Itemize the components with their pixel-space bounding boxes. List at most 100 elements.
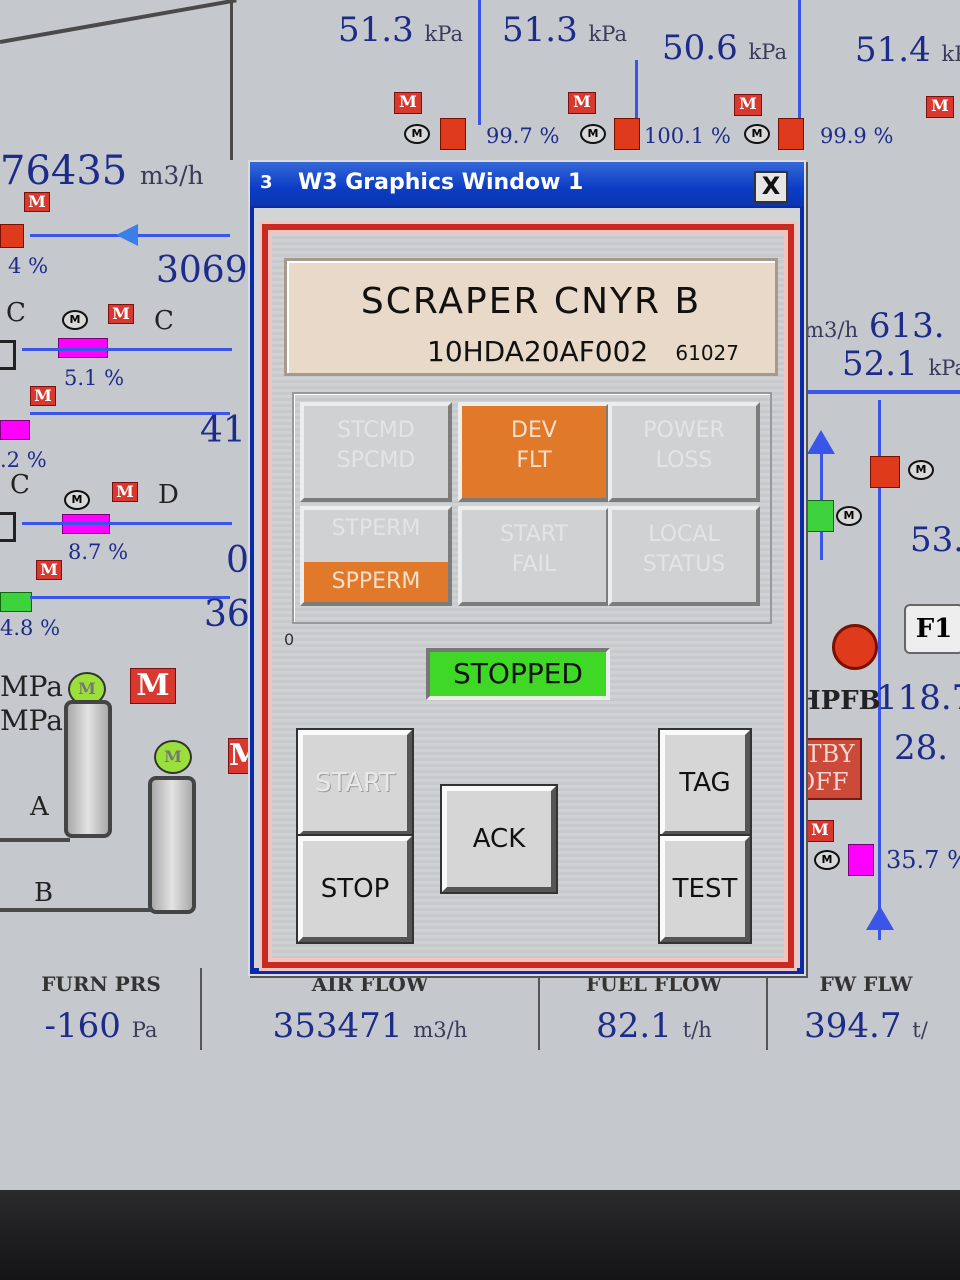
valve-position: .2 % (0, 448, 47, 472)
tank-letter: B (34, 878, 54, 908)
left-number-reading: 0 (226, 540, 249, 581)
right-pressure-reading: 52.1 kPa (842, 344, 960, 384)
valve-icon[interactable] (0, 420, 30, 440)
valve-icon[interactable] (0, 592, 32, 612)
process-line (0, 838, 70, 842)
motor-icon: M (814, 850, 840, 870)
row-letter: D (158, 480, 179, 510)
valve-icon[interactable] (440, 118, 466, 150)
f1-label[interactable]: F1 (904, 604, 960, 654)
left-number-reading: 41 (200, 410, 246, 451)
left-number-reading: 36 (204, 594, 250, 635)
status-tile-line: START (500, 522, 568, 547)
summary-value: 394.7 t/ (804, 1006, 928, 1046)
valve-position: 100.1 % (644, 124, 731, 148)
status-tile-local-status: LOCAL STATUS (608, 506, 760, 606)
tank-letter: A (30, 792, 49, 822)
bottom-summary-bar: FURN PRS -160 Pa AIR FLOW 353471 m3/h FU… (0, 968, 960, 1056)
right-flow-reading: m3/h 613. (804, 306, 945, 346)
manual-mode-icon[interactable]: M (806, 820, 834, 842)
fan-icon[interactable] (832, 624, 878, 670)
tank-icon (148, 776, 196, 914)
valve-position: 8.7 % (68, 540, 129, 564)
row-letter: C (6, 298, 26, 328)
manual-mode-icon[interactable]: M (394, 92, 422, 114)
pump-icon[interactable]: M (154, 740, 192, 774)
valve-position: 4 % (8, 254, 49, 278)
start-button[interactable]: START (298, 730, 412, 836)
valve-icon[interactable] (614, 118, 640, 150)
manual-mode-icon[interactable]: M (36, 560, 62, 580)
status-tile-line: POWER (643, 418, 725, 443)
hpfb-reading: 118.7 (876, 678, 960, 718)
tag-number: 61027 (675, 341, 739, 365)
status-tile-stperm: STPERM SPPERM (300, 506, 452, 606)
valve-position: 35.7 % (886, 846, 960, 874)
status-tile-line: STPERM (331, 516, 421, 541)
manual-mode-icon[interactable]: M (926, 96, 954, 118)
right-value-reading: 28. (894, 728, 949, 768)
right-value-reading: 53. (910, 520, 960, 560)
status-tile-line: LOSS (655, 448, 713, 473)
valve-icon[interactable] (870, 456, 900, 488)
tag-button[interactable]: TAG (660, 730, 750, 836)
valve-icon[interactable] (778, 118, 804, 150)
status-grid: STCMD SPCMD DEV FLT POWER LOSS STPERM SP… (292, 392, 772, 624)
close-icon[interactable]: X (754, 171, 788, 203)
manual-mode-icon[interactable]: M (568, 92, 596, 114)
process-line (22, 348, 232, 351)
row-letter: C (154, 306, 174, 336)
valve-icon[interactable] (804, 500, 834, 532)
pressure-reading-2: 51.3 kPa (502, 10, 628, 50)
process-line (0, 908, 152, 912)
valve-position: 5.1 % (64, 366, 125, 390)
status-tile-line: STCMD (337, 418, 415, 443)
summary-cell-fw-flw: FW FLW 394.7 t/ (766, 968, 960, 1050)
ack-button[interactable]: ACK (442, 786, 556, 892)
status-tile-stcmd: STCMD SPCMD (300, 402, 452, 502)
manual-mode-icon[interactable]: M (108, 304, 134, 324)
window-titlebar[interactable]: 3 W3 Graphics Window 1 X (250, 162, 804, 206)
motor-icon: M (64, 490, 90, 510)
summary-value: 82.1 t/h (596, 1006, 712, 1046)
graphics-window[interactable]: 3 W3 Graphics Window 1 X SCRAPER CNYR B … (248, 160, 806, 976)
motor-icon: M (744, 124, 770, 144)
run-state-indicator: STOPPED (426, 648, 610, 700)
flow-arrow-icon (807, 430, 835, 454)
pressure-unit-label: MPa (0, 704, 63, 737)
manual-mode-icon[interactable]: M (24, 192, 50, 212)
motor-icon: M (580, 124, 606, 144)
summary-cell-fuel-flow: FUEL FLOW 82.1 t/h (538, 968, 768, 1050)
test-button[interactable]: TEST (660, 836, 750, 942)
summary-cell-furn-prs: FURN PRS -160 Pa (0, 968, 202, 1050)
manual-mode-icon[interactable]: M (130, 668, 176, 704)
manual-mode-icon[interactable]: M (112, 482, 138, 502)
window-app-icon: 3 (260, 172, 273, 193)
monitor-bezel (0, 1190, 960, 1280)
motor-icon: M (836, 506, 862, 526)
left-value-reading: 3069 (156, 250, 248, 291)
tag-panel: SCRAPER CNYR B 10HDA20AF002 61027 (284, 258, 778, 376)
process-line (22, 522, 232, 525)
motor-icon: M (908, 460, 934, 480)
status-tile-line: DEV (511, 418, 557, 443)
motor-icon: M (62, 310, 88, 330)
dcs-process-screen: 51.3 kPa 51.3 kPa 50.6 kPa 51.4 kP M M 9… (0, 0, 960, 1190)
motor-icon: M (404, 124, 430, 144)
manual-mode-icon[interactable]: M (228, 738, 262, 774)
tag-id: 10HDA20AF002 (427, 335, 649, 368)
stop-button[interactable]: STOP (298, 836, 412, 942)
valve-icon[interactable] (0, 224, 24, 248)
flow-arrow-icon (866, 906, 894, 930)
left-flow-reading: 76435 m3/h (0, 148, 204, 194)
window-client-area: SCRAPER CNYR B 10HDA20AF002 61027 STCMD … (254, 208, 800, 968)
valve-icon[interactable] (848, 844, 874, 876)
pressure-unit-label: MPa (0, 670, 63, 703)
status-tile-power-loss: POWER LOSS (608, 402, 760, 502)
manual-mode-icon[interactable]: M (734, 94, 762, 116)
tag-description: SCRAPER CNYR B (360, 281, 702, 322)
summary-value: 353471 m3/h (272, 1006, 468, 1046)
manual-mode-icon[interactable]: M (30, 386, 56, 406)
summary-cell-air-flow: AIR FLOW 353471 m3/h (200, 968, 538, 1050)
process-line (800, 390, 960, 394)
